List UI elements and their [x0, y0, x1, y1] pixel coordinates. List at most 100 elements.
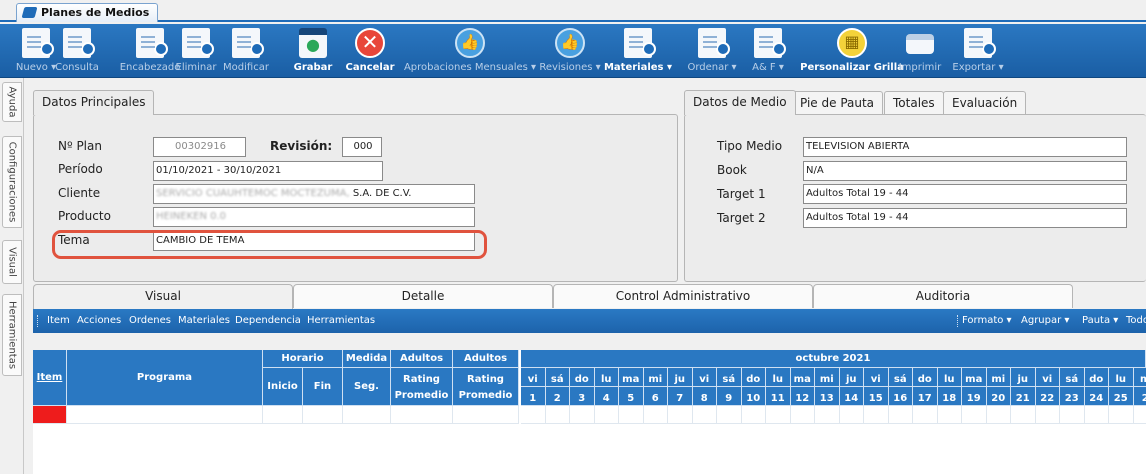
toolbar-button-14[interactable]: Exportar ▾	[948, 24, 1008, 78]
grid-day-cell[interactable]	[741, 406, 766, 424]
menu-materiales[interactable]: Materiales	[178, 309, 230, 333]
tab-datos-de-medio[interactable]: Datos de Medio	[684, 90, 796, 115]
grid-day-cell[interactable]	[913, 406, 938, 424]
grid-day-cell[interactable]	[521, 406, 546, 424]
menu-right-3[interactable]: Todo	[1126, 309, 1146, 333]
menu-right-2[interactable]: Pauta ▾	[1082, 309, 1118, 333]
toolbar-button-5[interactable]: ● Grabar	[283, 24, 343, 78]
header-item[interactable]: Item	[33, 350, 67, 406]
producto-field[interactable]: HEINEKEN 0.0	[153, 207, 475, 227]
plan-field[interactable]: 00302916	[153, 137, 246, 157]
side-tab-configuraciones[interactable]: Configuraciones	[2, 136, 22, 228]
grid-day-cell[interactable]	[717, 406, 742, 424]
tab-auditoria[interactable]: Auditoria	[813, 284, 1073, 308]
grid-day-cell[interactable]	[766, 406, 791, 424]
grid-day-cell[interactable]	[888, 406, 913, 424]
menu-acciones[interactable]: Acciones	[77, 309, 121, 333]
af-doc-icon	[754, 28, 786, 58]
toolbar-button-6[interactable]: ✕ Cancelar	[340, 24, 400, 78]
badge-icon	[982, 42, 996, 56]
tab-visual[interactable]: Visual	[33, 284, 293, 309]
grid-day-cell[interactable]	[839, 406, 864, 424]
grid-day-cell[interactable]	[790, 406, 815, 424]
toolbar-button-8[interactable]: 👍 Revisiones ▾	[539, 24, 601, 78]
header-day-4: ma	[619, 368, 644, 387]
producto-blurred-text: HEINEKEN 0.0	[156, 211, 227, 222]
toolbar-button-10[interactable]: Ordenar ▾	[682, 24, 742, 78]
header-date-25: 2	[1133, 387, 1146, 406]
periodo-field[interactable]: 01/10/2021 - 30/10/2021	[153, 161, 383, 181]
header-date-5: 6	[643, 387, 668, 406]
side-tabs: Ayuda Configuraciones Visual Herramienta…	[0, 78, 24, 474]
grid-day-cell[interactable]	[1060, 406, 1085, 424]
grid-day-cell[interactable]	[619, 406, 644, 424]
cliente-field[interactable]: SERVICIO CUAUHTEMOC MOCTEZUMA, S.A. DE C…	[153, 184, 475, 204]
toolbar-button-12[interactable]: ▦ Personalizar Grilla	[800, 24, 904, 78]
grid-cell[interactable]	[67, 406, 263, 424]
grid-day-cell[interactable]	[643, 406, 668, 424]
tipo-medio-label: Tipo Medio	[717, 139, 783, 153]
tab-detalle[interactable]: Detalle	[293, 284, 553, 308]
grid-day-cell[interactable]	[1011, 406, 1036, 424]
header-day-21: vi	[1035, 368, 1060, 387]
book-field[interactable]: N/A	[803, 161, 1127, 181]
tipo-medio-field[interactable]: TELEVISION ABIERTA	[803, 137, 1127, 157]
grid-day-cell[interactable]	[1109, 406, 1134, 424]
header-date-16: 17	[913, 387, 938, 406]
menu-ordenes[interactable]: Ordenes	[129, 309, 171, 333]
grid-cell[interactable]	[391, 406, 453, 424]
toolbar-button-4[interactable]: Modificar	[216, 24, 276, 78]
grid-day-cell[interactable]	[815, 406, 840, 424]
printer-icon	[906, 34, 934, 54]
toolbar-button-label: Grabar	[293, 62, 333, 73]
header-day-8: sá	[717, 368, 742, 387]
menu-right-0[interactable]: Formato ▾	[962, 309, 1012, 333]
menu-item[interactable]: Item	[47, 309, 70, 333]
toolbar-button-7[interactable]: 👍 Aprobaciones Mensuales ▾	[404, 24, 536, 78]
header-day-24: lu	[1109, 368, 1134, 387]
grid-day-cell[interactable]	[692, 406, 717, 424]
tab-pie-de-pauta[interactable]: Pie de Pauta	[791, 91, 884, 115]
header-day-12: mi	[815, 368, 840, 387]
header-day-13: ju	[839, 368, 864, 387]
grid-day-cell[interactable]	[1133, 406, 1146, 424]
grid-cell[interactable]	[453, 406, 519, 424]
tab-datos-principales[interactable]: Datos Principales	[33, 90, 155, 115]
grid-day-cell[interactable]	[986, 406, 1011, 424]
grid-cell[interactable]	[263, 406, 303, 424]
tab-totales[interactable]: Totales	[884, 91, 944, 115]
document-tab[interactable]: Planes de Medios	[16, 3, 159, 22]
menu-dependencia[interactable]: Dependencia	[235, 309, 301, 333]
side-tab-visual[interactable]: Visual	[2, 240, 22, 284]
header-day-9: do	[741, 368, 766, 387]
tab-evaluacion[interactable]: Evaluación	[943, 91, 1027, 115]
grid-day-cell[interactable]	[594, 406, 619, 424]
grid-cell[interactable]	[343, 406, 391, 424]
grid-day-cell[interactable]	[1084, 406, 1109, 424]
header-day-0: vi	[521, 368, 546, 387]
menu-right-1[interactable]: Agrupar ▾	[1021, 309, 1069, 333]
toolbar-button-13[interactable]: Imprimir	[890, 24, 950, 78]
toolbar-button-11[interactable]: A& F ▾	[738, 24, 798, 78]
row-marker[interactable]	[33, 406, 67, 424]
grid-day-cell[interactable]	[1035, 406, 1060, 424]
toolbar-button-9[interactable]: Materiales ▾	[604, 24, 672, 78]
header-medida: Medida	[343, 350, 391, 368]
menu-herramientas[interactable]: Herramientas	[307, 309, 375, 333]
target2-field[interactable]: Adultos Total 19 - 44	[803, 208, 1127, 228]
grid-day-cell[interactable]	[937, 406, 962, 424]
tab-control-administrativo[interactable]: Control Administrativo	[553, 284, 813, 308]
grid-day-cell[interactable]	[545, 406, 570, 424]
target1-field[interactable]: Adultos Total 19 - 44	[803, 184, 1127, 204]
grid-cell[interactable]	[303, 406, 343, 424]
side-tab-ayuda[interactable]: Ayuda	[2, 82, 22, 122]
grid-day-cell[interactable]	[962, 406, 987, 424]
grid-day-cell[interactable]	[864, 406, 889, 424]
revision-field[interactable]: 000	[342, 137, 382, 157]
side-tab-herramientas[interactable]: Herramientas	[2, 294, 22, 376]
header-date-12: 13	[815, 387, 840, 406]
grid-day-cell[interactable]	[570, 406, 595, 424]
header-day-1: sá	[545, 368, 570, 387]
grid-day-cell[interactable]	[668, 406, 693, 424]
toolbar-button-1[interactable]: Consulta	[47, 24, 107, 78]
